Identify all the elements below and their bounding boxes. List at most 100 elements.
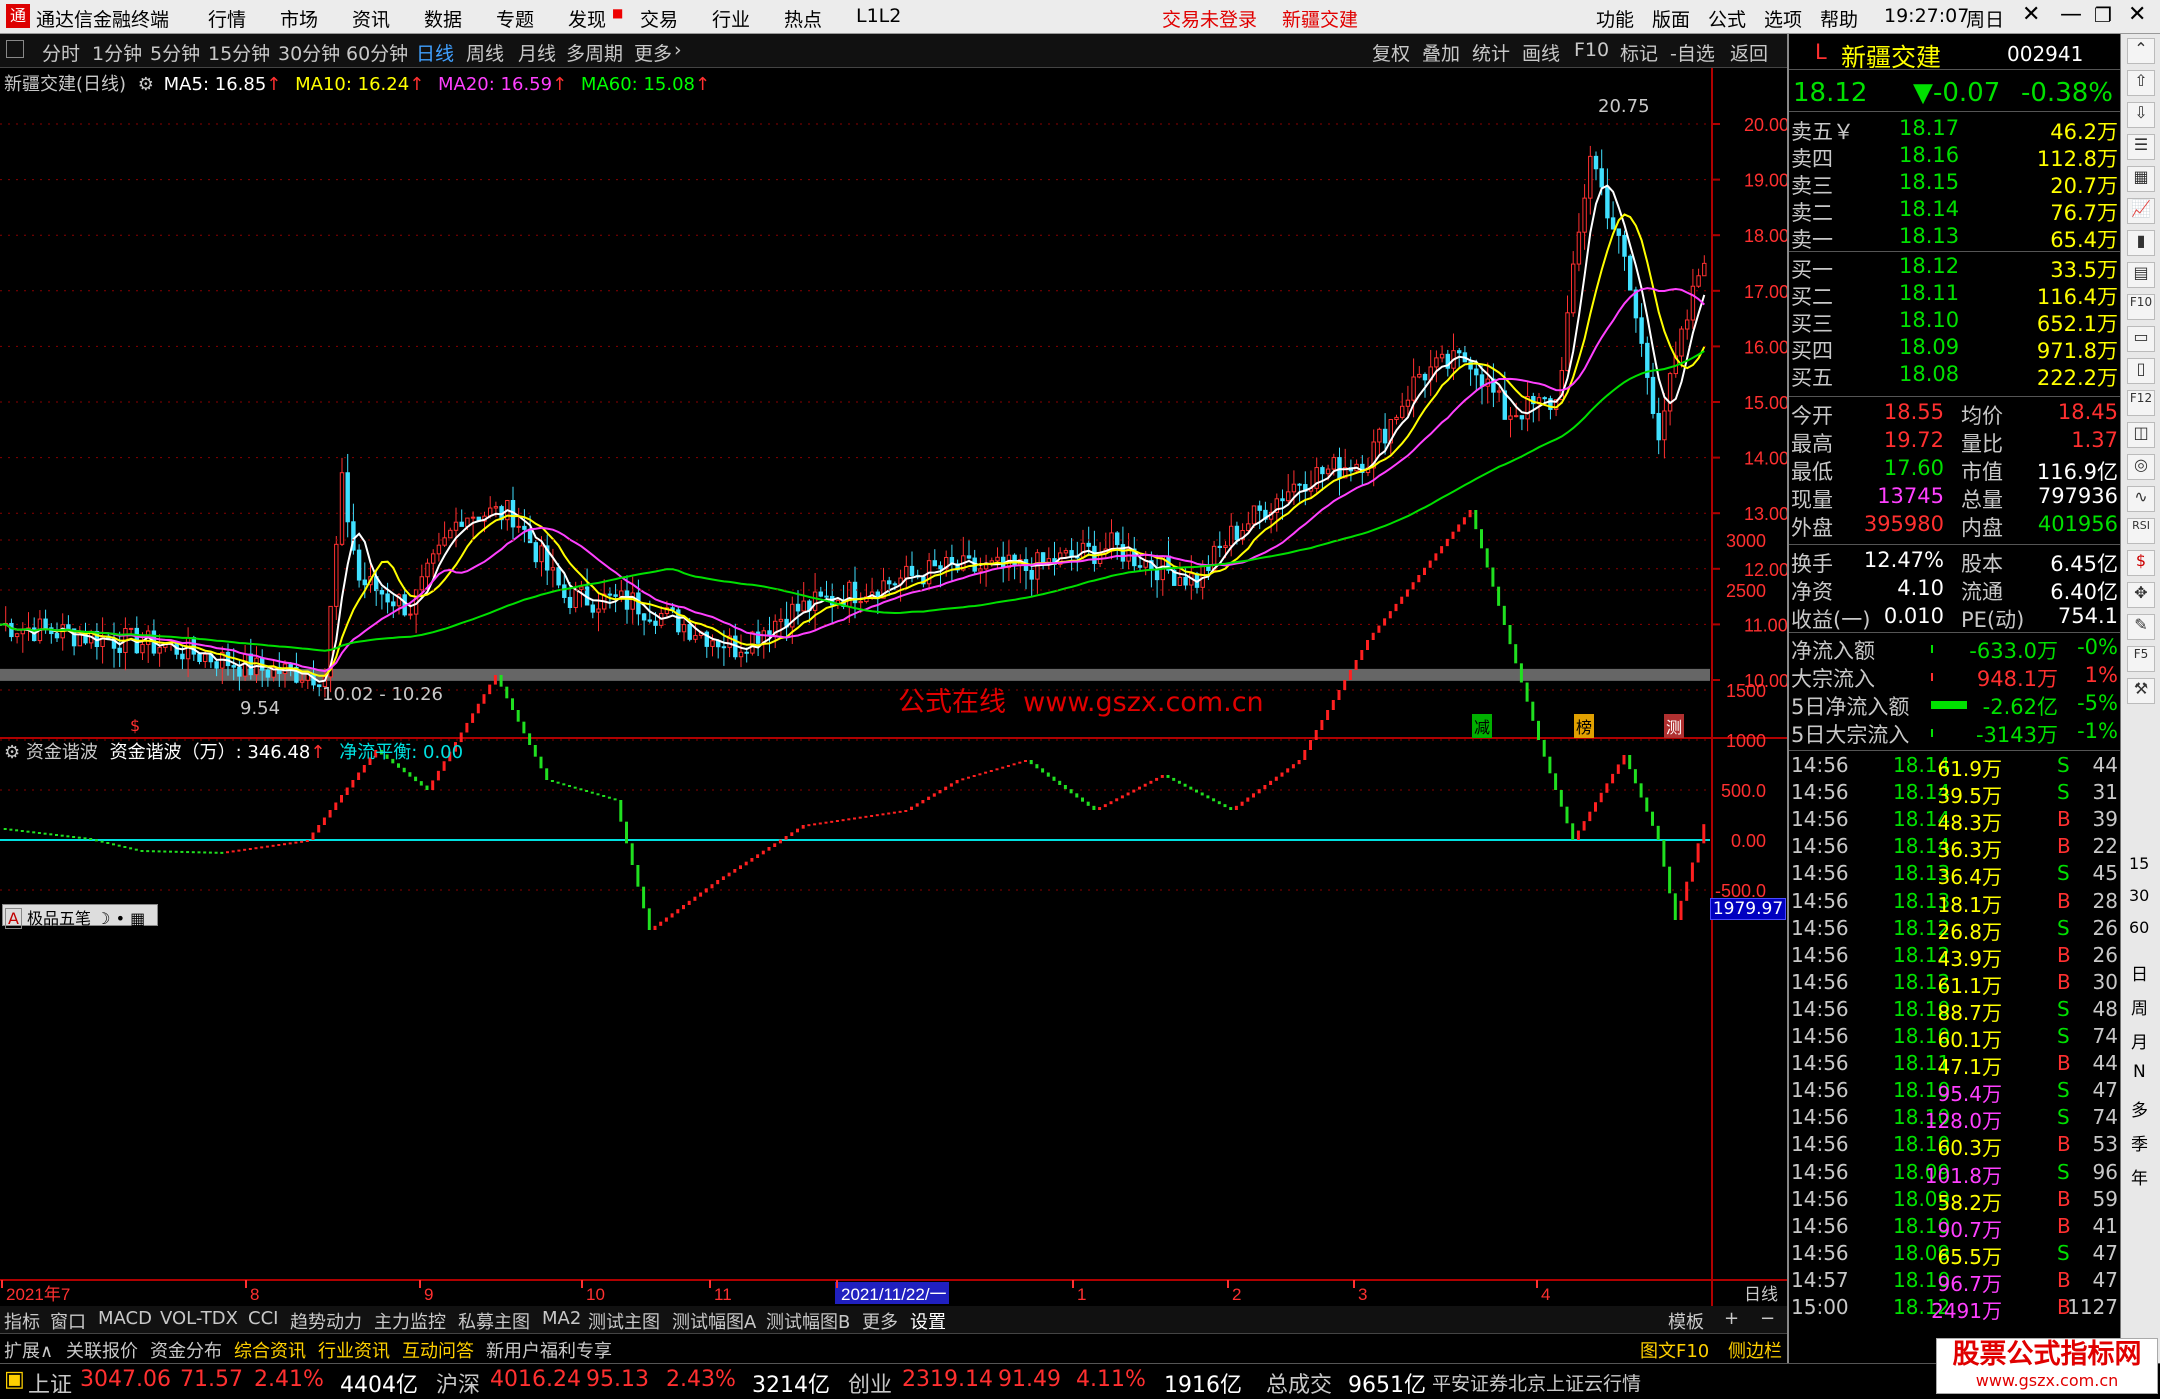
bid-row[interactable]: 买二 18.11 116.4万	[1789, 281, 2122, 309]
indicator-name[interactable]: 资金谐波	[26, 742, 98, 763]
tool-icon[interactable]: ⚒	[2127, 678, 2155, 704]
period-more[interactable]: 更多	[634, 39, 672, 66]
period-multi[interactable]: 多周期	[566, 39, 623, 66]
sidebar-week[interactable]: 周	[2131, 994, 2148, 1019]
tab-macd[interactable]: MACD	[98, 1308, 152, 1329]
status-icon[interactable]: ▣	[4, 1367, 25, 1392]
list-icon[interactable]: ☰	[2127, 134, 2155, 160]
ime-dot-icon[interactable]: •	[116, 909, 125, 928]
f5-icon[interactable]: F5	[2127, 646, 2155, 672]
bottom-tab-fund[interactable]: 资金分布	[150, 1337, 222, 1363]
sidebar-year[interactable]: 年	[2131, 1164, 2148, 1189]
period-monthly[interactable]: 月线	[518, 39, 556, 66]
bottom-tab-industry[interactable]: 行业资讯	[318, 1337, 390, 1363]
sidebar-day[interactable]: 日	[2131, 960, 2148, 985]
marker-test[interactable]: 测	[1664, 714, 1685, 738]
sidebar-season[interactable]: 季	[2131, 1130, 2148, 1155]
ask-row[interactable]: 卖四 18.16 112.8万	[1789, 143, 2122, 171]
tick-row[interactable]: 14:56 18.13 36.4万 S 45	[1789, 861, 2122, 889]
tick-row[interactable]: 14:56 18.14 61.9万 S 44	[1789, 753, 2122, 781]
tick-row[interactable]: 14:56 18.14 48.3万 B 39	[1789, 807, 2122, 835]
menu-item-function[interactable]: 功能	[1596, 5, 1634, 32]
bottom-tab-news[interactable]: 综合资讯	[234, 1337, 306, 1363]
ime-moon-icon[interactable]: ☽	[96, 909, 110, 928]
ask-row[interactable]: 卖二 18.14 76.7万	[1789, 197, 2122, 225]
indicator-gear-icon[interactable]: ⚙	[4, 742, 20, 763]
period-30-label[interactable]: 30	[2129, 886, 2149, 905]
wave-icon[interactable]: ∿	[2127, 486, 2155, 512]
bid-row[interactable]: 买五 18.08 222.2万	[1789, 362, 2122, 390]
settings-gear-icon[interactable]: ⚙	[138, 74, 154, 95]
sidebar-month[interactable]: 月	[2131, 1028, 2148, 1053]
tick-row[interactable]: 14:56 18.10 90.7万 B 41	[1789, 1214, 2122, 1242]
bottom-tab-expand[interactable]: 扩展∧	[4, 1337, 53, 1363]
window-icon[interactable]: ▭	[2127, 326, 2155, 352]
menu-item-l1l2[interactable]: L1L2	[856, 5, 901, 27]
rsi-icon[interactable]: RSI	[2127, 518, 2155, 544]
menu-item-industry[interactable]: 行业	[712, 5, 750, 32]
collapse-icon[interactable]: ⌃	[2127, 38, 2155, 64]
tool-stats[interactable]: 统计	[1472, 39, 1510, 66]
tab-settings[interactable]: 设置	[910, 1308, 946, 1334]
tool-rights[interactable]: 复权	[1372, 39, 1410, 66]
tool-draw[interactable]: 画线	[1522, 39, 1560, 66]
input-method-toolbox[interactable]: A 极品五笔 ☽ • ▦	[2, 904, 158, 929]
tab-test-main[interactable]: 测试主图	[588, 1308, 660, 1334]
tab-trend-power[interactable]: 趋势动力	[290, 1308, 362, 1334]
tick-row[interactable]: 14:56 18.10 95.4万 S 47	[1789, 1078, 2122, 1106]
tool-mark[interactable]: 标记	[1620, 39, 1658, 66]
ime-a-icon[interactable]: A	[5, 908, 22, 929]
template-button[interactable]: 模板	[1668, 1308, 1704, 1334]
menu-item-quote[interactable]: 行情	[208, 5, 246, 32]
bid-row[interactable]: 买三 18.10 652.1万	[1789, 308, 2122, 336]
period-intraday[interactable]: 分时	[42, 39, 80, 66]
tick-row[interactable]: 14:56 18.09 58.2万 B 59	[1789, 1187, 2122, 1215]
chart-canvas[interactable]: 20.0019.0018.0017.0016.0015.0014.0013.00…	[0, 68, 1787, 1315]
bid-row[interactable]: 买一 18.12 33.5万	[1789, 254, 2122, 282]
sidebar-multi[interactable]: 多	[2131, 1096, 2148, 1121]
panel-toggle-icon[interactable]	[6, 40, 24, 58]
add-icon[interactable]: +	[1724, 1308, 1739, 1329]
menu-item-market[interactable]: 市场	[280, 5, 318, 32]
menu-item-discover[interactable]: 发现	[568, 5, 606, 32]
tab-ma2[interactable]: MA2	[542, 1308, 581, 1329]
tab-private-main[interactable]: 私募主图	[458, 1308, 530, 1334]
grid-icon[interactable]: ▦	[2127, 166, 2155, 192]
menu-item-news[interactable]: 资讯	[352, 5, 390, 32]
tool-overlay[interactable]: 叠加	[1422, 39, 1460, 66]
tick-list[interactable]: 14:56 18.14 61.9万 S 44 14:56 18.14 39.5万 S 31 14:5…	[1789, 750, 2122, 1323]
circle-icon[interactable]: ◎	[2127, 454, 2155, 480]
tab-test-sub-b[interactable]: 测试幅图B	[766, 1308, 850, 1334]
window-close-icon[interactable]: ✕	[2128, 2, 2146, 27]
period-weekly[interactable]: 周线	[466, 39, 504, 66]
marker-dollar[interactable]: $	[130, 716, 140, 735]
tick-row[interactable]: 14:57 18.10 96.7万 B 47	[1789, 1268, 2122, 1296]
tick-row[interactable]: 14:56 18.12 61.1万 B 30	[1789, 970, 2122, 998]
ask-row[interactable]: 卖三 18.15 20.7万	[1789, 170, 2122, 198]
index-hs-name[interactable]: 沪深	[436, 1367, 480, 1399]
remove-icon[interactable]: −	[1760, 1308, 1775, 1329]
tick-row[interactable]: 14:56 18.09 101.8万 S 96	[1789, 1160, 2122, 1188]
tab-indicator[interactable]: 指标	[4, 1308, 40, 1334]
sidebar-n[interactable]: N	[2133, 1062, 2146, 1082]
menu-item-formula[interactable]: 公式	[1708, 5, 1746, 32]
tool-watchlist[interactable]: -自选	[1670, 39, 1715, 66]
tool-back[interactable]: 返回	[1730, 39, 1768, 66]
tick-row[interactable]: 14:56 18.14 39.5万 S 31	[1789, 780, 2122, 808]
tick-row[interactable]: 14:56 18.12 26.8万 S 26	[1789, 916, 2122, 944]
bottom-tab-related[interactable]: 关联报价	[66, 1337, 138, 1363]
ask-row[interactable]: 卖五￥ 18.17 46.2万	[1789, 116, 2122, 144]
restore-icon[interactable]: ❐	[2094, 3, 2112, 27]
tab-test-sub-a[interactable]: 测试幅图A	[672, 1308, 756, 1334]
bottom-tab-welfare[interactable]: 新用户福利专享	[486, 1337, 612, 1363]
menu-item-trade[interactable]: 交易	[640, 5, 678, 32]
menu-item-data[interactable]: 数据	[424, 5, 462, 32]
period-1min[interactable]: 1分钟	[92, 39, 142, 66]
f12-icon[interactable]: F12	[2127, 390, 2155, 416]
bottom-tab-qa[interactable]: 互动问答	[402, 1337, 474, 1363]
menu-item-topic[interactable]: 专题	[496, 5, 534, 32]
candle-icon[interactable]: ▮	[2127, 230, 2155, 256]
index-sh-name[interactable]: 上证	[28, 1367, 72, 1399]
tick-row[interactable]: 14:56 18.14 36.3万 B 22	[1789, 834, 2122, 862]
dollar-icon[interactable]: $	[2127, 550, 2155, 576]
